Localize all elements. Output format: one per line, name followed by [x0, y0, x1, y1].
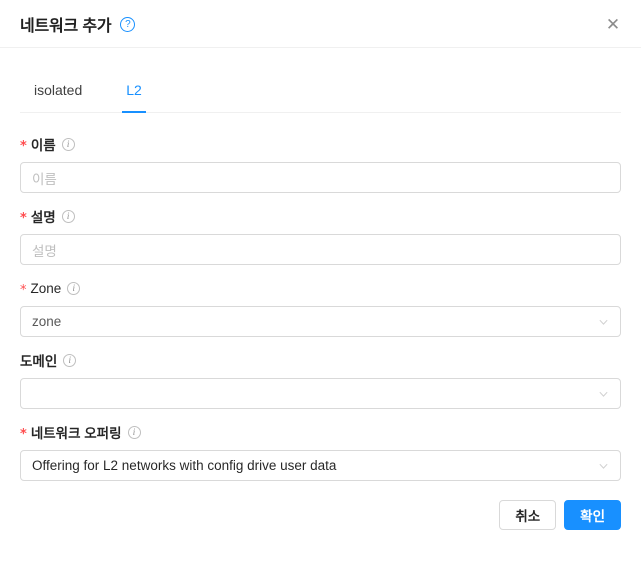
- confirm-button[interactable]: 확인: [564, 500, 621, 530]
- page-title: 네트워크 추가: [20, 17, 112, 35]
- info-circle-icon[interactable]: i: [61, 209, 75, 223]
- required-asterisk: *: [20, 426, 27, 442]
- field-description: * 설명 i 설명: [20, 205, 621, 265]
- description-input-placeholder: 설명: [32, 243, 57, 259]
- field-network-offering: * 네트워크 오퍼링 i Offering for L2 networks wi…: [20, 421, 621, 481]
- field-zone-label: * Zone i: [20, 277, 621, 299]
- tab-bar: isolated L2: [20, 72, 621, 113]
- network-offering-select[interactable]: Offering for L2 networks with config dri…: [20, 450, 621, 481]
- tab-isolated[interactable]: isolated: [34, 72, 82, 112]
- info-circle-icon[interactable]: i: [61, 137, 75, 151]
- chevron-down-icon: [598, 460, 609, 471]
- description-input[interactable]: 설명: [20, 234, 621, 265]
- modal-footer: 취소 확인: [0, 500, 641, 530]
- network-offering-select-value: Offering for L2 networks with config dri…: [32, 458, 337, 473]
- info-circle-icon[interactable]: i: [67, 281, 81, 295]
- name-input[interactable]: 이름: [20, 162, 621, 193]
- zone-select-value: zone: [32, 314, 62, 329]
- required-asterisk: *: [20, 282, 27, 298]
- question-circle-icon[interactable]: ?: [120, 17, 136, 32]
- chevron-down-icon: [598, 388, 609, 399]
- zone-select[interactable]: zone: [20, 306, 621, 337]
- field-name-label: * 이름 i: [20, 133, 621, 155]
- name-input-placeholder: 이름: [32, 171, 57, 187]
- field-name-label-text: 이름: [30, 138, 56, 153]
- field-domain-label-text: 도메인: [20, 354, 58, 369]
- modal-header: 네트워크 추가 ? ✕: [0, 0, 641, 48]
- field-description-label: * 설명 i: [20, 205, 621, 227]
- tab-l2[interactable]: L2: [122, 72, 146, 113]
- field-name: * 이름 i 이름: [20, 133, 621, 193]
- required-asterisk: *: [20, 138, 27, 154]
- field-domain-label: 도메인 i: [20, 349, 621, 371]
- field-network-offering-label-text: 네트워크 오퍼링: [30, 426, 122, 441]
- info-circle-icon[interactable]: i: [63, 353, 77, 367]
- field-domain: 도메인 i: [20, 349, 621, 409]
- info-circle-icon[interactable]: i: [127, 425, 141, 439]
- close-icon[interactable]: ✕: [599, 10, 627, 38]
- chevron-down-icon: [598, 316, 609, 327]
- field-description-label-text: 설명: [30, 210, 56, 225]
- network-form: * 이름 i 이름 * 설명 i 설명 * Zone i zone 도메인 i …: [0, 133, 641, 481]
- add-network-modal: 네트워크 추가 ? ✕ isolated L2 * 이름 i 이름 * 설명 i…: [0, 0, 641, 581]
- required-asterisk: *: [20, 210, 27, 226]
- domain-select[interactable]: [20, 378, 621, 409]
- cancel-button[interactable]: 취소: [499, 500, 557, 530]
- tab-bar-wrapper: isolated L2: [0, 72, 641, 113]
- field-network-offering-label: * 네트워크 오퍼링 i: [20, 421, 621, 443]
- field-zone-label-text: Zone: [30, 280, 62, 296]
- field-zone: * Zone i zone: [20, 277, 621, 337]
